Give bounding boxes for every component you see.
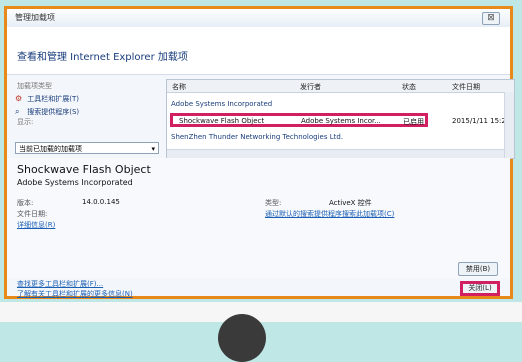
search-providers-label: 搜索提供程序(S) [27,108,80,116]
addon-list: 名称 发行者 状态 文件日期 Adobe Systems Incorporate… [166,79,515,159]
column-name[interactable]: 名称 [172,82,186,92]
disable-button[interactable]: 禁用(B) [458,262,498,276]
filedate-label: 文件日期: [17,210,48,218]
dialog-window: 管理加载项 ⊠ 查看和管理 Internet Explorer 加载项 加载项类… [4,6,515,299]
close-button[interactable]: 关闭(L) [460,281,500,296]
type-label: 类型: [265,199,282,207]
type-value: ActiveX 控件 [329,199,372,207]
title-bar: 管理加载项 ⊠ [7,9,510,28]
addon-type-pane: 加载项类型 ⚙ 工具栏和扩展(T) ⌕ 搜索提供程序(S) 显示: 当前已加载的… [13,79,161,154]
show-label: 显示: [17,118,34,126]
list-header: 名称 发行者 状态 文件日期 [167,80,514,93]
show-dropdown[interactable]: 当前已加载的加载项 ▾ [15,142,159,154]
close-icon[interactable]: ⊠ [482,12,500,25]
details-panel: Shockwave Flash Object Adobe Systems Inc… [7,158,510,278]
version-value: 14.0.0.145 [82,198,120,206]
toolbars-extensions-label: 工具栏和扩展(T) [27,95,79,103]
column-date[interactable]: 文件日期 [452,82,480,92]
addon-type-label: 加载项类型 [17,82,52,90]
toolbars-extensions-item[interactable]: ⚙ 工具栏和扩展(T) [15,94,159,106]
background-strip [0,302,522,322]
vertical-scrollbar[interactable] [504,92,514,158]
window-title: 管理加载项 [15,13,55,22]
learn-more-link[interactable]: 了解有关工具栏和扩展的更多信息(N) [17,289,133,299]
show-dropdown-value: 当前已加载的加载项 [19,145,82,153]
gear-icon: ⚙ [15,94,23,103]
detail-vendor: Adobe Systems Incorporated [17,178,133,187]
search-icon: ⌕ [15,107,20,116]
column-status[interactable]: 状态 [402,82,416,92]
row-name: Shockwave Flash Object [179,117,265,125]
page-title: 查看和管理 Internet Explorer 加载项 [17,52,188,63]
table-row-selected[interactable]: Shockwave Flash Object Adobe Systems Inc… [170,113,428,127]
detail-name: Shockwave Flash Object [17,163,151,176]
row-publisher: Adobe Systems Incor... [301,117,381,125]
version-label: 版本: [17,199,34,207]
column-publisher[interactable]: 发行者 [300,82,321,92]
search-addon-link[interactable]: 通过默认的搜索提供程序搜索此加载项(C) [265,209,394,219]
find-more-link[interactable]: 查找更多工具栏和扩展(F)... [17,279,103,289]
search-providers-item[interactable]: ⌕ 搜索提供程序(S) [15,107,159,119]
more-info-link[interactable]: 详细信息(R) [17,220,55,230]
footer: 查找更多工具栏和扩展(F)... 了解有关工具栏和扩展的更多信息(N) 关闭(L… [7,279,510,299]
row-date: 2015/1/11 15:2 [452,117,506,125]
group-adobe: Adobe Systems Incorporated [171,100,273,108]
header-band: 查看和管理 Internet Explorer 加载项 [7,27,510,75]
group-thunder: ShenZhen Thunder Networking Technologies… [171,133,344,141]
chevron-down-icon: ▾ [151,145,155,153]
row-status: 已启用 [403,118,424,126]
horizontal-scrollbar[interactable] [167,149,504,158]
avatar [218,314,266,362]
